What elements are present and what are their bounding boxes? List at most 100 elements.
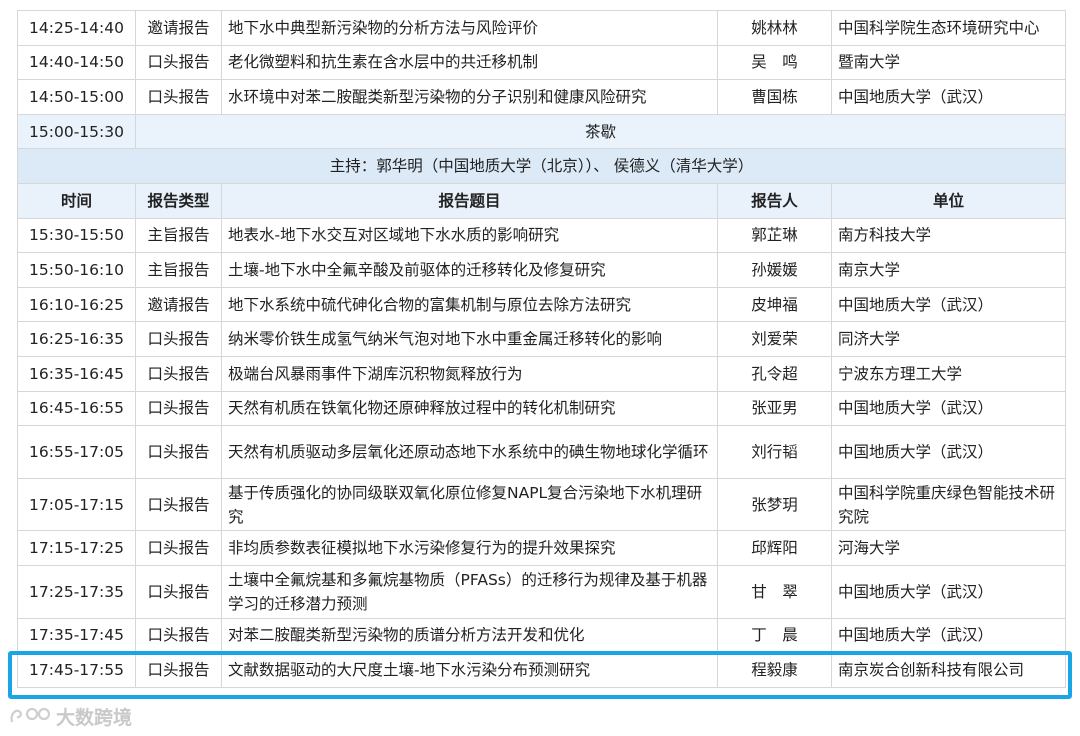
speaker-cell: 丁 晨 [717, 617, 832, 654]
affiliation-cell: 中国地质大学（武汉） [831, 425, 1066, 479]
report-type-cell: 主旨报告 [135, 252, 222, 288]
time-cell: 14:40-14:50 [17, 44, 136, 81]
report-type-cell: 口头报告 [135, 617, 222, 654]
report-type-cell: 口头报告 [135, 355, 222, 392]
time-cell: 15:50-16:10 [17, 252, 136, 288]
report-title-cell: 地下水中典型新污染物的分析方法与风险评价 [221, 10, 718, 46]
table-row: 16:55-17:05 口头报告 天然有机质驱动多层氧化还原动态地下水系统中的碘… [17, 425, 1066, 479]
report-title-cell: 天然有机质驱动多层氧化还原动态地下水系统中的碘生物地球化学循环 [221, 425, 718, 479]
report-title-cell: 基于传质强化的协同级联双氧化原位修复NAPL复合污染地下水机理研究 [221, 477, 718, 532]
report-title-cell: 极端台风暴雨事件下湖库沉积物氮释放行为 [221, 355, 718, 392]
report-type-cell: 口头报告 [135, 530, 222, 566]
agenda-table: 14:25-14:40 邀请报告 地下水中典型新污染物的分析方法与风险评价 姚林… [17, 10, 1066, 688]
affiliation-cell: 中国地质大学（武汉） [831, 79, 1066, 115]
affiliation-cell: 中国科学院重庆绿色智能技术研究院 [831, 477, 1066, 532]
watermark-text: 大数跨境 [56, 706, 133, 729]
table-row: 16:45-16:55 口头报告 天然有机质在铁氧化物还原砷释放过程中的转化机制… [17, 390, 1066, 427]
highlighted-table-row: 17:45-17:55 口头报告 文献数据驱动的大尺度土壤-地下水污染分布预测研… [17, 652, 1066, 688]
report-type-cell: 口头报告 [135, 321, 222, 357]
time-cell: 17:25-17:35 [17, 564, 136, 619]
time-cell: 14:50-15:00 [17, 79, 136, 115]
session-chair-cell: 主持：郭华明（中国地质大学（北京））、 侯德义（清华大学） [17, 148, 1066, 184]
report-type-cell: 主旨报告 [135, 217, 222, 254]
affiliation-cell: 河海大学 [831, 530, 1066, 566]
speaker-cell: 皮坤福 [717, 286, 832, 323]
time-cell: 16:25-16:35 [17, 321, 136, 357]
speaker-cell: 甘 翠 [717, 564, 832, 619]
table-row: 17:15-17:25 口头报告 非均质参数表征模拟地下水污染修复行为的提升效果… [17, 530, 1066, 566]
table-row: 17:05-17:15 口头报告 基于传质强化的协同级联双氧化原位修复NAPL复… [17, 477, 1066, 532]
report-title-cell: 土壤中全氟烷基和多氟烷基物质（PFASs）的迁移行为规律及基于机器学习的迁移潜力… [221, 564, 718, 619]
time-cell: 17:45-17:55 [17, 652, 136, 688]
table-header-row: 时间 报告类型 报告题目 报告人 单位 [17, 182, 1066, 219]
speaker-cell: 张梦玥 [717, 477, 832, 532]
time-cell: 14:25-14:40 [17, 10, 136, 46]
report-title-cell: 对苯二胺醌类新型污染物的质谱分析方法开发和优化 [221, 617, 718, 654]
table-row: 17:35-17:45 口头报告 对苯二胺醌类新型污染物的质谱分析方法开发和优化… [17, 617, 1066, 654]
table-row: 14:40-14:50 口头报告 老化微塑料和抗生素在含水层中的共迁移机制 吴 … [17, 44, 1066, 81]
time-cell: 17:05-17:15 [17, 477, 136, 532]
speaker-cell: 程毅康 [717, 652, 832, 688]
table-row: 16:10-16:25 邀请报告 地下水系统中硫代砷化合物的富集机制与原位去除方… [17, 286, 1066, 323]
affiliation-cell: 暨南大学 [831, 44, 1066, 81]
break-label-cell: 茶歇 [135, 113, 1066, 150]
table-row: 16:35-16:45 口头报告 极端台风暴雨事件下湖库沉积物氮释放行为 孔令超… [17, 355, 1066, 392]
report-type-cell: 口头报告 [135, 425, 222, 479]
table-row: 14:25-14:40 邀请报告 地下水中典型新污染物的分析方法与风险评价 姚林… [17, 10, 1066, 46]
affiliation-cell: 南京炭合创新科技有限公司 [831, 652, 1066, 688]
affiliation-cell: 中国地质大学（武汉） [831, 617, 1066, 654]
report-type-cell: 口头报告 [135, 79, 222, 115]
time-cell: 17:35-17:45 [17, 617, 136, 654]
report-type-cell: 邀请报告 [135, 10, 222, 46]
affiliation-cell: 中国地质大学（武汉） [831, 564, 1066, 619]
break-time-cell: 15:00-15:30 [17, 113, 136, 150]
watermark: 大数跨境 [8, 702, 132, 730]
report-type-cell: 邀请报告 [135, 286, 222, 323]
table-row: 14:50-15:00 口头报告 水环境中对苯二胺醌类新型污染物的分子识别和健康… [17, 79, 1066, 115]
report-title-cell: 纳米零价铁生成氢气纳米气泡对地下水中重金属迁移转化的影响 [221, 321, 718, 357]
header-speaker: 报告人 [717, 182, 832, 219]
watermark-logo-icon [10, 707, 51, 723]
time-cell: 16:10-16:25 [17, 286, 136, 323]
report-type-cell: 口头报告 [135, 44, 222, 81]
table-row: 17:25-17:35 口头报告 土壤中全氟烷基和多氟烷基物质（PFASs）的迁… [17, 564, 1066, 619]
session-chair-row: 主持：郭华明（中国地质大学（北京））、 侯德义（清华大学） [17, 148, 1066, 184]
agenda-page: 14:25-14:40 邀请报告 地下水中典型新污染物的分析方法与风险评价 姚林… [0, 0, 1080, 736]
table-row: 15:30-15:50 主旨报告 地表水-地下水交互对区域地下水水质的影响研究 … [17, 217, 1066, 254]
affiliation-cell: 南方科技大学 [831, 217, 1066, 254]
affiliation-cell: 同济大学 [831, 321, 1066, 357]
report-title-cell: 非均质参数表征模拟地下水污染修复行为的提升效果探究 [221, 530, 718, 566]
speaker-cell: 孙媛媛 [717, 252, 832, 288]
time-cell: 15:30-15:50 [17, 217, 136, 254]
table-row: 15:50-16:10 主旨报告 土壤-地下水中全氟辛酸及前驱体的迁移转化及修复… [17, 252, 1066, 288]
speaker-cell: 姚林林 [717, 10, 832, 46]
affiliation-cell: 中国地质大学（武汉） [831, 286, 1066, 323]
speaker-cell: 孔令超 [717, 355, 832, 392]
time-cell: 17:15-17:25 [17, 530, 136, 566]
header-time: 时间 [17, 182, 136, 219]
report-type-cell: 口头报告 [135, 390, 222, 427]
time-cell: 16:45-16:55 [17, 390, 136, 427]
header-title: 报告题目 [221, 182, 718, 219]
affiliation-cell: 中国地质大学（武汉） [831, 390, 1066, 427]
speaker-cell: 郭芷琳 [717, 217, 832, 254]
speaker-cell: 邱辉阳 [717, 530, 832, 566]
speaker-cell: 吴 鸣 [717, 44, 832, 81]
report-title-cell: 地表水-地下水交互对区域地下水水质的影响研究 [221, 217, 718, 254]
report-title-cell: 天然有机质在铁氧化物还原砷释放过程中的转化机制研究 [221, 390, 718, 427]
speaker-cell: 曹国栋 [717, 79, 832, 115]
table-row: 16:25-16:35 口头报告 纳米零价铁生成氢气纳米气泡对地下水中重金属迁移… [17, 321, 1066, 357]
time-cell: 16:55-17:05 [17, 425, 136, 479]
time-cell: 16:35-16:45 [17, 355, 136, 392]
speaker-cell: 张亚男 [717, 390, 832, 427]
report-title-cell: 水环境中对苯二胺醌类新型污染物的分子识别和健康风险研究 [221, 79, 718, 115]
report-type-cell: 口头报告 [135, 652, 222, 688]
report-title-cell: 文献数据驱动的大尺度土壤-地下水污染分布预测研究 [221, 652, 718, 688]
break-row: 15:00-15:30 茶歇 [17, 113, 1066, 150]
header-type: 报告类型 [135, 182, 222, 219]
report-title-cell: 土壤-地下水中全氟辛酸及前驱体的迁移转化及修复研究 [221, 252, 718, 288]
speaker-cell: 刘行韬 [717, 425, 832, 479]
affiliation-cell: 宁波东方理工大学 [831, 355, 1066, 392]
affiliation-cell: 中国科学院生态环境研究中心 [831, 10, 1066, 46]
report-type-cell: 口头报告 [135, 477, 222, 532]
